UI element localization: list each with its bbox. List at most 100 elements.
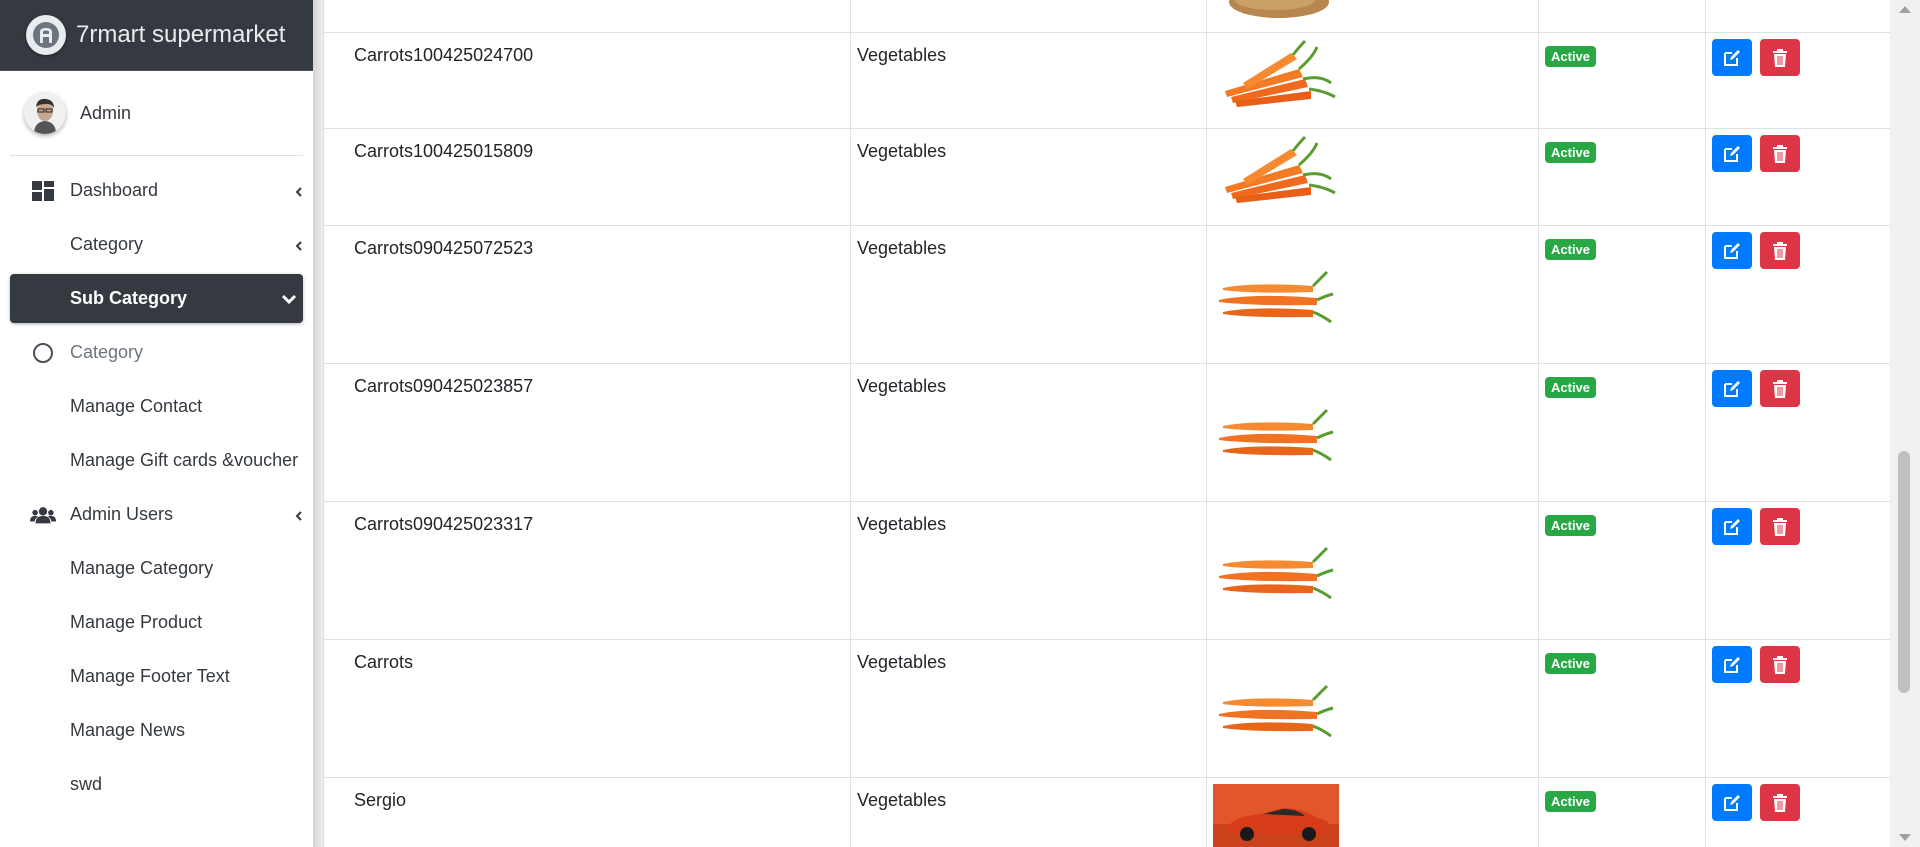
sidebar-item-label: Admin Users bbox=[70, 504, 174, 524]
page-scrollbar[interactable] bbox=[1890, 0, 1920, 847]
sidebar-edge bbox=[313, 0, 323, 847]
sidebar-nav: Dashboard Category Sub Category Category… bbox=[0, 156, 313, 809]
delete-button[interactable] bbox=[1760, 135, 1801, 172]
carrot-bunch-image bbox=[1213, 39, 1339, 119]
sidebar-item-label: Sub Category bbox=[70, 288, 188, 308]
sidebar-item-manage-news[interactable]: Manage News bbox=[10, 706, 303, 755]
sidebar-item-label: Dashboard bbox=[70, 180, 159, 200]
carrot-bunch-image bbox=[1213, 135, 1339, 215]
status-badge: Active bbox=[1545, 653, 1597, 674]
subcategory-table: Carrots100425024700 Vegetables Active Ca… bbox=[323, 0, 1890, 847]
status-badge: Active bbox=[1545, 515, 1597, 536]
carrots-image bbox=[1213, 398, 1339, 478]
scrollbar-thumb[interactable] bbox=[1898, 451, 1910, 693]
sidebar-item-label: Manage Category bbox=[70, 558, 214, 578]
row-title: Carrots090425023317 bbox=[323, 501, 851, 640]
edit-icon bbox=[1724, 518, 1740, 535]
sidebar-item-manage-gift-cards[interactable]: Manage Gift cards &voucher bbox=[10, 436, 303, 485]
row-title: Carrots090425072523 bbox=[323, 225, 851, 364]
edit-button[interactable] bbox=[1712, 232, 1752, 269]
edit-button[interactable] bbox=[1712, 370, 1752, 407]
row-category: Vegetables bbox=[850, 225, 1207, 364]
edit-button[interactable] bbox=[1712, 39, 1752, 76]
row-category: Vegetables bbox=[850, 777, 1207, 847]
sidebar-item-label: Category bbox=[70, 234, 144, 254]
edit-icon bbox=[1724, 380, 1740, 397]
row-category: Vegetables bbox=[850, 128, 1207, 226]
sidebar-item-manage-contact[interactable]: Manage Contact bbox=[10, 382, 303, 431]
delete-button[interactable] bbox=[1760, 508, 1801, 545]
table-row: Carrots090425023317 Vegetables Active bbox=[323, 501, 1890, 640]
status-badge: Active bbox=[1545, 46, 1597, 67]
row-title: Carrots bbox=[323, 639, 851, 778]
delete-button[interactable] bbox=[1760, 646, 1801, 683]
user-name: Admin bbox=[80, 102, 132, 123]
row-title: Carrots100425024700 bbox=[323, 32, 851, 129]
sidebar-item-label: Manage Gift cards &voucher bbox=[70, 450, 299, 470]
circle-icon bbox=[30, 342, 56, 364]
edit-button[interactable] bbox=[1712, 135, 1752, 172]
sidebar-item-label: swd bbox=[70, 774, 103, 794]
table-row: Carrots090425072523 Vegetables Active bbox=[323, 225, 1890, 364]
sidebar-item-label: Manage Contact bbox=[70, 396, 203, 416]
sidebar-item-category[interactable]: Category bbox=[10, 220, 303, 269]
sidebar: 7rmart supermarket Admin Dashboard Categ… bbox=[0, 0, 313, 847]
trash-icon bbox=[1773, 48, 1788, 67]
edit-icon bbox=[1724, 49, 1740, 66]
table-row: Carrots100425015809 Vegetables Active bbox=[323, 128, 1890, 226]
sidebar-item-admin-users[interactable]: Admin Users bbox=[10, 490, 303, 539]
row-category: Vegetables bbox=[850, 501, 1207, 640]
sidebar-item-label: Manage News bbox=[70, 720, 186, 740]
trash-icon bbox=[1773, 379, 1788, 398]
chevron-left-icon bbox=[295, 507, 303, 521]
sports-car-image bbox=[1213, 784, 1339, 847]
sidebar-item-label: Manage Footer Text bbox=[70, 666, 230, 686]
delete-button[interactable] bbox=[1760, 39, 1801, 76]
delete-button[interactable] bbox=[1760, 232, 1801, 269]
carrots-image bbox=[1213, 536, 1339, 616]
edit-button[interactable] bbox=[1712, 784, 1752, 821]
sidebar-item-category-sub[interactable]: Category bbox=[10, 328, 303, 377]
sidebar-item-sub-category[interactable]: Sub Category bbox=[10, 274, 303, 323]
sidebar-item-swd[interactable]: swd bbox=[10, 760, 303, 809]
table-row: Sergio Vegetables Active bbox=[323, 777, 1890, 847]
admin-logo-icon bbox=[26, 15, 66, 55]
sidebar-item-label: Manage Product bbox=[70, 612, 203, 632]
status-badge: Active bbox=[1545, 142, 1597, 163]
brand-link[interactable]: 7rmart supermarket bbox=[0, 0, 313, 71]
chevron-left-icon bbox=[295, 183, 303, 197]
delete-button[interactable] bbox=[1760, 370, 1801, 407]
row-title: Carrots100425015809 bbox=[323, 128, 851, 226]
trash-icon bbox=[1773, 517, 1788, 536]
scroll-down-icon[interactable] bbox=[1899, 834, 1911, 841]
edit-button[interactable] bbox=[1712, 646, 1752, 683]
dashboard-icon bbox=[30, 180, 56, 202]
user-panel[interactable]: Admin bbox=[10, 71, 303, 156]
trash-icon bbox=[1773, 241, 1788, 260]
chevron-down-icon bbox=[281, 290, 297, 305]
sidebar-item-manage-footer-text[interactable]: Manage Footer Text bbox=[10, 652, 303, 701]
carrots-image bbox=[1213, 260, 1339, 340]
sidebar-item-manage-category[interactable]: Manage Category bbox=[10, 544, 303, 593]
table-row: Carrots100425024700 Vegetables Active bbox=[323, 32, 1890, 129]
row-category: Vegetables bbox=[850, 639, 1207, 778]
status-badge: Active bbox=[1545, 377, 1597, 398]
edit-icon bbox=[1724, 242, 1740, 259]
row-title: Carrots090425023857 bbox=[323, 363, 851, 502]
row-category: Vegetables bbox=[850, 32, 1207, 129]
sidebar-item-label: Category bbox=[70, 342, 144, 362]
edit-button[interactable] bbox=[1712, 508, 1752, 545]
users-icon bbox=[30, 504, 56, 526]
table-row-partial bbox=[323, 0, 1890, 33]
row-title: Sergio bbox=[323, 777, 851, 847]
trash-icon bbox=[1773, 144, 1788, 163]
avatar bbox=[24, 92, 66, 134]
sidebar-item-dashboard[interactable]: Dashboard bbox=[10, 166, 303, 215]
delete-button[interactable] bbox=[1760, 784, 1801, 821]
table-row: Carrots090425023857 Vegetables Active bbox=[323, 363, 1890, 502]
row-category: Vegetables bbox=[850, 363, 1207, 502]
scroll-up-icon[interactable] bbox=[1899, 6, 1911, 13]
sidebar-item-manage-product[interactable]: Manage Product bbox=[10, 598, 303, 647]
edit-icon bbox=[1724, 656, 1740, 673]
edit-icon bbox=[1724, 145, 1740, 162]
